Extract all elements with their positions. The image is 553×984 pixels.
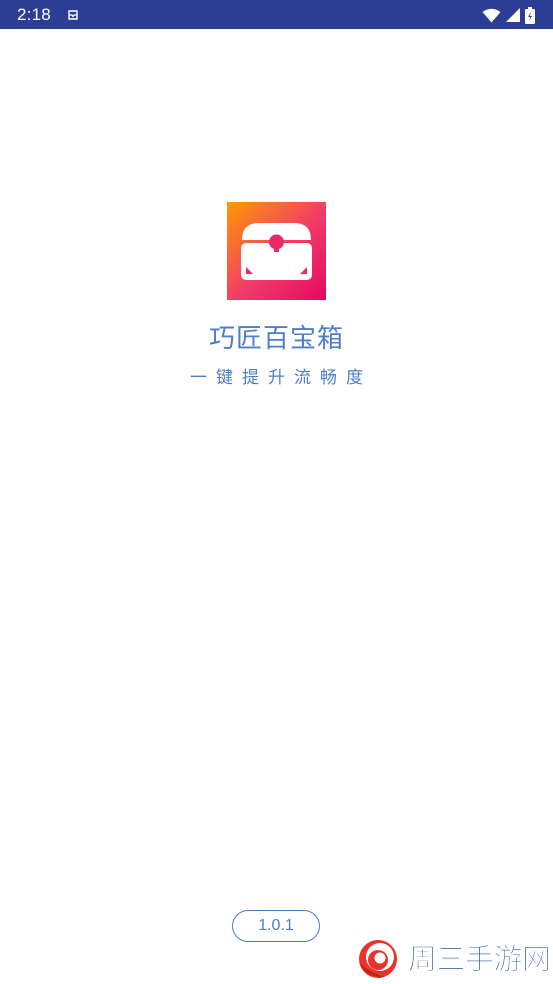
status-bar: 2:18 xyxy=(0,0,553,29)
signal-icon xyxy=(506,8,520,22)
spiral-logo-icon xyxy=(359,940,397,978)
splash-screen: 2:18 巧匠百宝箱 一键提升流畅度 1.0.1 周三手游网 xyxy=(0,0,553,984)
wifi-icon xyxy=(482,8,501,22)
treasure-chest-icon xyxy=(227,202,326,300)
status-icons xyxy=(482,6,535,24)
battery-icon xyxy=(525,6,535,24)
watermark-text: 周三手游网 xyxy=(408,942,552,977)
status-time: 2:18 xyxy=(17,5,51,24)
watermark: 周三手游网 xyxy=(356,938,551,980)
app-slogan: 一键提升流畅度 xyxy=(190,368,372,388)
app-name: 巧匠百宝箱 xyxy=(208,324,344,354)
notification-icon xyxy=(68,10,78,20)
version-badge: 1.0.1 xyxy=(232,910,320,942)
